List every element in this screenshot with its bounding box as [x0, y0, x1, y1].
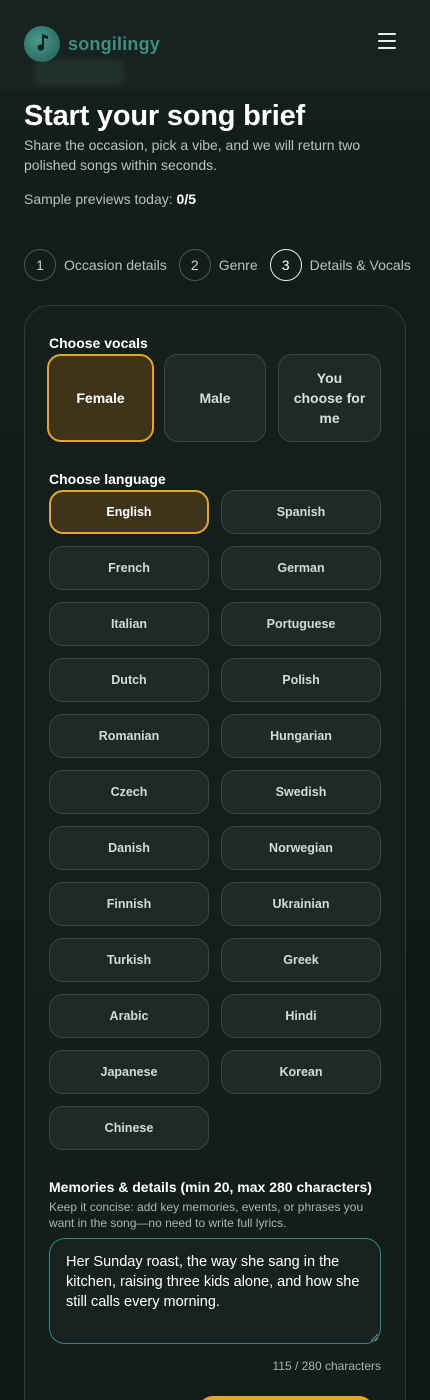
language-option-norwegian[interactable]: Norwegian [221, 826, 381, 870]
vocal-option-male[interactable]: Male [164, 354, 266, 442]
step-indicator: 1 Occasion details 2 Genre 3 Details & V… [24, 249, 423, 281]
language-option-japanese[interactable]: Japanese [49, 1050, 209, 1094]
memories-title: Memories & details (min 20, max 280 char… [49, 1179, 372, 1195]
language-option-finnish[interactable]: Finnish [49, 882, 209, 926]
language-option-hungarian[interactable]: Hungarian [221, 714, 381, 758]
step-number: 1 [24, 249, 56, 281]
language-option-french[interactable]: French [49, 546, 209, 590]
step-genre[interactable]: 2 Genre [178, 249, 258, 281]
language-option-romanian[interactable]: Romanian [49, 714, 209, 758]
memories-hint: Keep it concise: add key memories, event… [49, 1200, 364, 1230]
step-number: 3 [269, 249, 302, 281]
language-option-greek[interactable]: Greek [221, 938, 381, 982]
language-option-italian[interactable]: Italian [49, 602, 209, 646]
blurred-overlay [34, 60, 124, 86]
step-label: Details & Vocals [309, 257, 411, 273]
language-option-korean[interactable]: Korean [221, 1050, 381, 1094]
language-option-polish[interactable]: Polish [221, 658, 381, 702]
language-option-arabic[interactable]: Arabic [49, 994, 209, 1038]
hamburger-menu-icon[interactable] [378, 33, 396, 51]
step-occasion[interactable]: 1 Occasion details [24, 249, 167, 281]
brand-logo[interactable]: songilingy [24, 26, 160, 62]
language-option-german[interactable]: German [221, 546, 381, 590]
resize-grip-icon[interactable] [370, 1333, 379, 1342]
language-option-english[interactable]: English [49, 490, 209, 534]
language-option-czech[interactable]: Czech [49, 770, 209, 814]
language-option-ukrainian[interactable]: Ukrainian [221, 882, 381, 926]
vocals-title: Choose vocals [49, 335, 148, 351]
sample-previews-label: Sample previews today: [24, 191, 173, 207]
language-title: Choose language [49, 471, 166, 487]
sample-previews-count: 0/5 [176, 191, 196, 207]
page-subtitle: Share the occasion, pick a vibe, and we … [24, 137, 361, 173]
language-option-portuguese[interactable]: Portuguese [221, 602, 381, 646]
language-option-hindi[interactable]: Hindi [221, 994, 381, 1038]
step-label: Genre [218, 257, 258, 273]
hero-section: Start your song brief Share the occasion… [24, 98, 406, 175]
character-count: 115 / 280 characters [272, 1359, 381, 1373]
step-label: Occasion details [64, 257, 167, 273]
language-option-spanish[interactable]: Spanish [221, 490, 381, 534]
language-option-danish[interactable]: Danish [49, 826, 209, 870]
step-details-vocals[interactable]: 3 Details & Vocals [269, 249, 411, 281]
sample-previews: Sample previews today: 0/5 [24, 191, 196, 207]
vocal-option-female[interactable]: Female [47, 354, 154, 442]
vocal-option-auto[interactable]: You choose for me [278, 354, 381, 442]
language-option-dutch[interactable]: Dutch [49, 658, 209, 702]
next-button[interactable] [198, 1396, 374, 1400]
step-number: 2 [178, 249, 211, 281]
language-option-chinese[interactable]: Chinese [49, 1106, 209, 1150]
language-option-turkish[interactable]: Turkish [49, 938, 209, 982]
brand-name: songilingy [68, 33, 160, 54]
page-title: Start your song brief [24, 100, 305, 132]
music-note-icon [24, 26, 60, 62]
language-option-swedish[interactable]: Swedish [221, 770, 381, 814]
memories-textarea[interactable]: Her Sunday roast, the way she sang in th… [49, 1238, 381, 1344]
